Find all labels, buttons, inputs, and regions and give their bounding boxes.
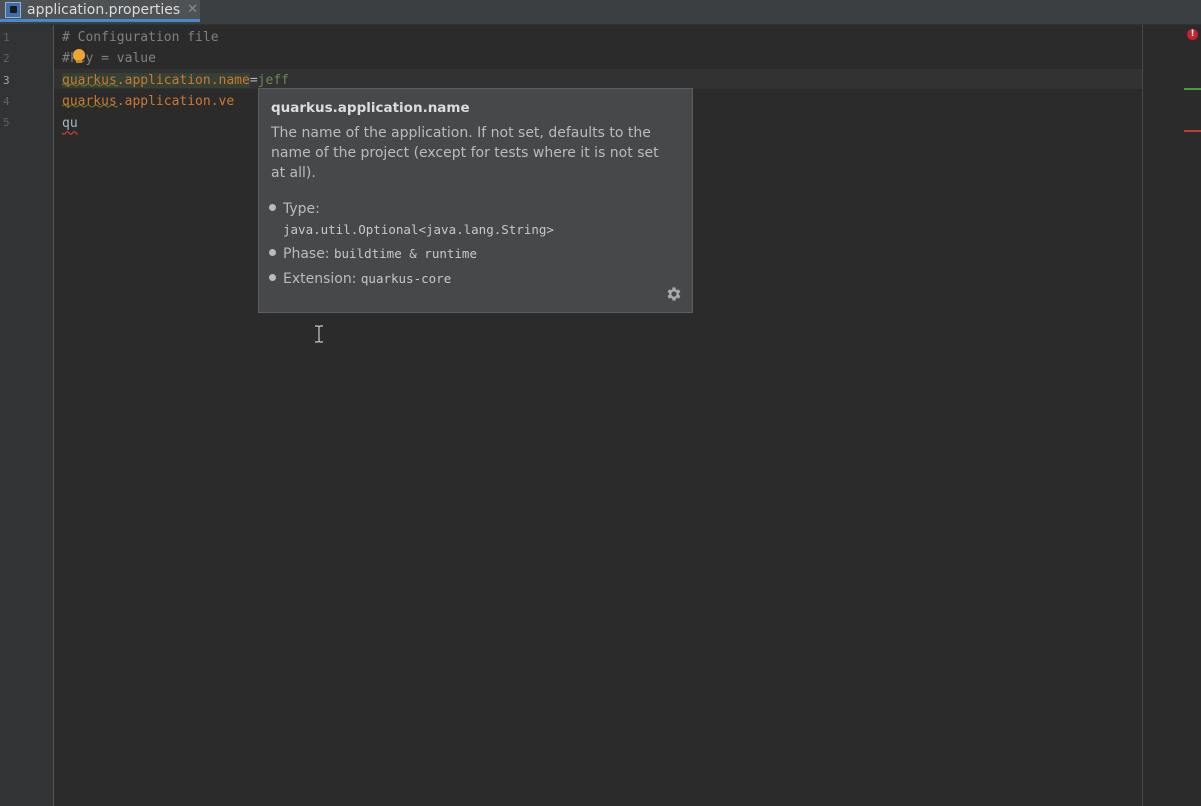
code-line-5[interactable]: qu (62, 113, 78, 134)
text-cursor-icon (315, 325, 323, 343)
popup-title: quarkus.application.name (271, 100, 470, 116)
extension-value: quarkus-core (360, 271, 452, 286)
unresolved-text: qu (62, 116, 78, 131)
squiggle-line-4 (62, 104, 119, 108)
change-marker[interactable] (1184, 88, 1201, 90)
error-stripe[interactable] (1143, 25, 1201, 806)
phase-item: Phase: buildtime & runtime (269, 244, 477, 264)
type-value: java.util.Optional<java.lang.String> (283, 222, 554, 237)
line-number: 3 (3, 74, 10, 87)
type-item: Type: (269, 199, 320, 219)
error-marker[interactable] (1184, 130, 1201, 132)
squiggle-line-3 (62, 83, 119, 87)
typo-squiggles (62, 83, 119, 108)
extension-label: Extension: (283, 271, 357, 287)
comment-hash: # (62, 51, 70, 66)
gear-icon[interactable] (665, 285, 683, 303)
properties-file-icon (5, 1, 21, 18)
property-separator: = (249, 73, 258, 88)
line-number: 5 (3, 116, 10, 129)
bullet-icon (269, 204, 276, 211)
line-number-gutter: 1 2 3 4 5 (0, 25, 54, 806)
phase-value: buildtime & runtime (333, 246, 477, 261)
phase-label: Phase: (283, 246, 330, 262)
extension-item: Extension: quarkus-core (269, 269, 451, 289)
tab-label: application.properties (27, 1, 181, 18)
editor-tab-bar: application.properties ✕ (0, 0, 1201, 25)
documentation-popup: quarkus.application.name The name of the… (258, 88, 693, 313)
popup-description: The name of the application. If not set,… (271, 125, 659, 181)
code-line-1[interactable]: # Configuration file (62, 27, 219, 48)
line-number: 4 (3, 95, 10, 108)
line-number: 1 (3, 31, 10, 44)
tab-application-properties[interactable]: application.properties ✕ (0, 0, 200, 22)
line-number: 2 (3, 52, 10, 65)
close-icon[interactable]: ✕ (187, 2, 198, 17)
type-label: Type: (283, 201, 320, 217)
error-indicator-icon[interactable]: ! (1187, 29, 1198, 40)
intention-bulb-icon[interactable] (73, 49, 85, 63)
bullet-icon (269, 249, 276, 256)
bullet-icon (269, 274, 276, 281)
property-value: jeff (257, 73, 289, 88)
